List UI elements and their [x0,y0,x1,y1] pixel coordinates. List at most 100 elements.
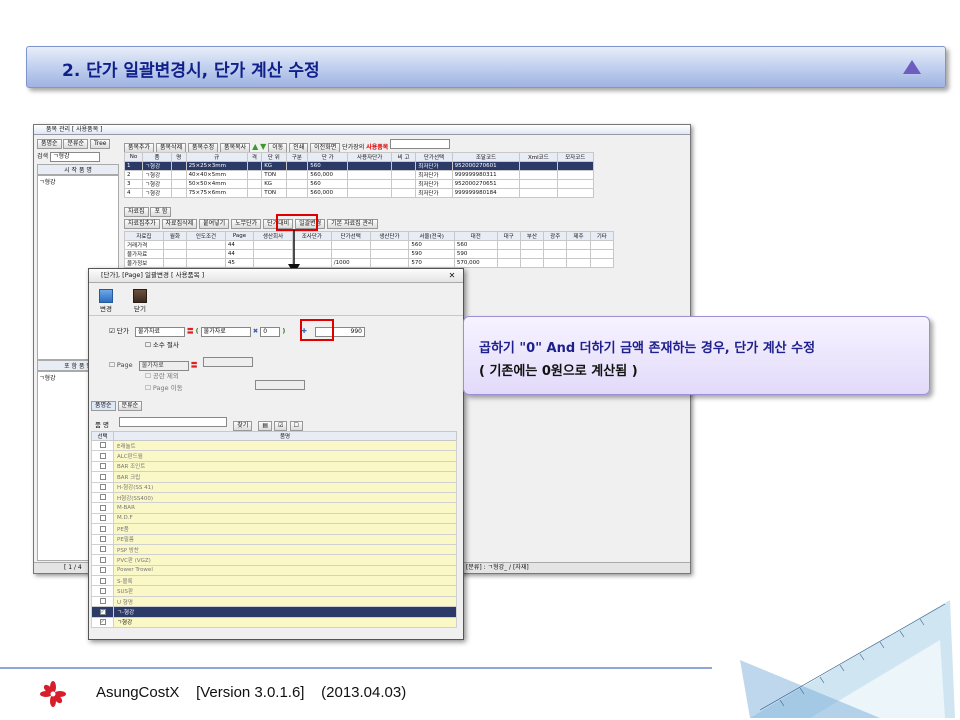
list-select-cell[interactable] [91,554,114,566]
item-checkbox[interactable] [99,484,106,490]
item-checkbox[interactable] [99,515,106,522]
tab-tree[interactable]: Tree [89,139,111,149]
sub-grid-column-header[interactable]: 대구 [496,231,521,241]
sub-grid-column-header[interactable]: 대전 [453,231,498,241]
list-item[interactable]: M.D.F [91,512,457,525]
sub-grid-column-header[interactable]: 제주 [566,231,591,241]
grid-column-header[interactable]: 단 위 [261,152,287,162]
list-item[interactable]: ㄱ형강 [39,177,117,186]
item-checkbox[interactable] [99,577,106,584]
decimal-checkbox[interactable]: ☐ [145,341,151,349]
list-item[interactable]: H형강(SS400) [91,491,457,504]
item-checkbox[interactable] [99,494,106,501]
search-checkbox-label[interactable]: 검색 [37,153,48,160]
list-select-cell[interactable] [91,533,114,545]
list-item[interactable]: M-BAR [91,502,457,514]
list-item[interactable]: ✓ ㄱ-형강 [91,606,457,618]
list-item[interactable]: H-형강(SS 41) [91,481,457,493]
grid-column-header[interactable]: 격 [246,152,263,162]
price-source-select[interactable]: 물가자료 [134,327,185,337]
deselect-all-icon[interactable]: ☐ [289,421,303,431]
list-select-cell[interactable] [91,523,114,535]
item-checkbox[interactable]: ✓ [99,619,106,626]
item-checkbox[interactable] [99,504,106,511]
list-select-cell[interactable] [91,450,114,462]
item-checkbox[interactable] [99,567,106,574]
item-checkbox[interactable] [99,535,106,542]
delete-data-set-button[interactable]: 자료집삭제 [161,219,198,229]
page-move-checkbox[interactable]: ☐ [145,384,151,392]
tab-data-set[interactable]: 자료집 [124,207,149,217]
list-select-cell[interactable] [91,564,114,577]
grid-column-header[interactable]: 구분 [285,152,309,162]
list-item[interactable]: PVC판 (VGZ) [91,554,457,566]
sub-grid-column-header[interactable]: 월화 [162,231,188,241]
item-checkbox[interactable] [99,463,106,470]
sub-grid-column-header[interactable]: 광주 [543,231,568,241]
multiply-input[interactable]: 0 [260,327,281,337]
tab-name-order[interactable]: 품명순 [37,139,62,149]
grid-column-header[interactable]: 사용자단가 [347,152,392,162]
list-select-cell[interactable] [91,471,114,483]
list-item[interactable]: ALC판드월 [91,450,457,462]
sub-grid-column-header[interactable]: 기타 [589,231,615,241]
list-select-cell[interactable] [91,460,114,473]
sub-grid-column-header[interactable]: 인도조건 [186,231,226,241]
list-item[interactable]: E래뉼트 [91,439,457,452]
price-target-select[interactable]: 물가자료 [200,327,251,337]
item-checkbox[interactable] [99,587,106,594]
basic-data-set-button[interactable]: 기본 자료집 관리 [327,219,378,229]
usage-select[interactable] [390,139,451,149]
search-input[interactable]: ㄱ형강 [49,152,100,162]
item-checkbox[interactable] [99,556,106,563]
arrow-up-icon[interactable]: ▲ [252,142,258,151]
sub-grid-column-header[interactable]: 생산단가 [369,231,410,241]
triangle-up-icon[interactable] [903,60,921,74]
price-checkbox[interactable]: ☑ [109,327,115,335]
grid-column-header[interactable]: 단가선택 [415,152,453,162]
item-checkbox[interactable] [99,525,106,532]
tab-category-order[interactable]: 분류순 [63,139,89,149]
list-item[interactable]: U 형명 [91,595,457,608]
grid-column-header[interactable]: 규 [185,152,248,162]
list-item[interactable]: PSP 방찬 [91,543,457,556]
item-checkbox[interactable]: ✓ [99,608,106,615]
grid-column-header[interactable]: 단 가 [307,152,349,162]
list-select-cell[interactable]: ✓ [91,606,114,618]
add-data-set-button[interactable]: 자료집추가 [124,219,160,229]
grid-column-header[interactable]: 비 고 [390,152,417,162]
list-select-cell[interactable] [91,575,114,587]
page-value-input[interactable] [203,357,254,367]
item-checkbox[interactable] [99,452,106,459]
list-item[interactable]: ✓ ㄱ형강 [91,616,457,629]
grid-column-header[interactable]: 모자코드 [556,152,594,162]
item-checkbox[interactable] [99,442,106,449]
blank-exclude-checkbox[interactable]: ☐ [145,372,151,380]
table-row[interactable]: 거래가격 44 560 560 [124,240,615,250]
grid-column-header[interactable]: 품 [141,152,173,162]
sub-grid-column-header[interactable]: 자료집 [124,231,164,241]
grid-column-header[interactable]: Xml코드 [519,152,558,162]
grid-column-header[interactable]: 조달코드 [451,152,521,162]
price-book-checkbox[interactable]: 단가장의 [342,144,364,151]
grid-column-header[interactable]: No [124,152,143,162]
list-select-cell[interactable] [91,502,114,514]
list-item[interactable]: BAR 조인트 [91,460,457,473]
table-row[interactable]: 1 ㄱ형강 25×25×3mm KG 560 최저단가 952000270601 [124,161,594,171]
page-checkbox[interactable]: ☐ [109,361,115,369]
table-row[interactable]: 4 ㄱ형강 75×75×6mm TON 560,000 최저단가 999999980184 [124,188,594,198]
sub-grid-column-header[interactable]: 서울(전국) [408,231,455,241]
item-checkbox[interactable] [99,598,106,605]
find-button[interactable]: 찾기 [233,421,253,431]
close-tool[interactable]: 닫기 [133,289,147,313]
change-tool[interactable]: 변경 [99,289,113,313]
list-item[interactable]: S-볼록 [91,575,457,587]
list-item[interactable]: SUS판 [91,585,457,597]
list-select-cell[interactable]: ✓ [91,616,114,629]
list-select-cell[interactable] [91,595,114,608]
tab-name-order[interactable]: 품명순 [91,401,116,411]
sub-grid-column-header[interactable]: 단가선택 [330,231,371,241]
list-item[interactable]: PE필름 [91,533,457,545]
list-select-cell[interactable] [91,585,114,597]
table-row[interactable]: 물가정보 45/1000 570 570,000 [124,258,615,268]
